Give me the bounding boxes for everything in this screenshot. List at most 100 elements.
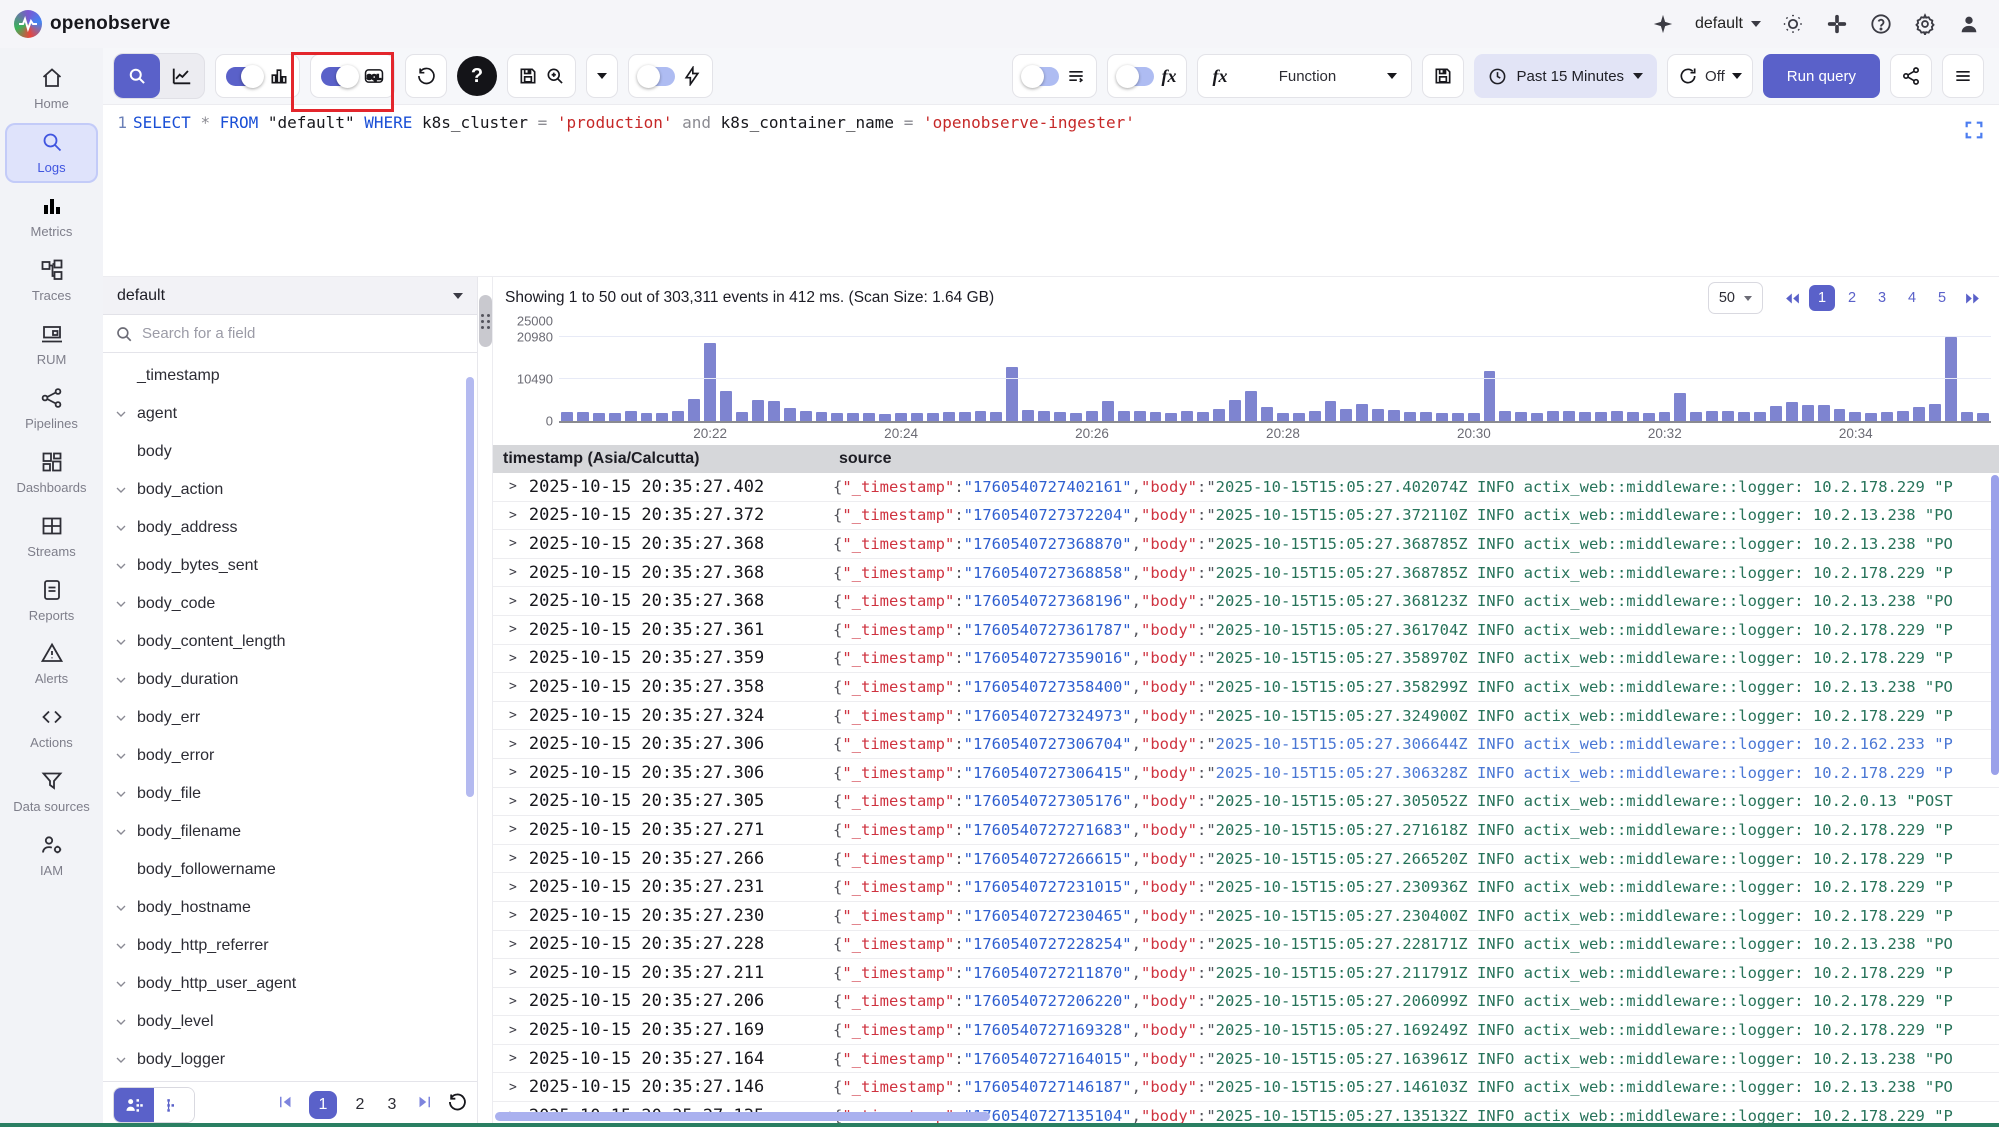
field-item-agent[interactable]: agent [103,395,477,433]
timestamp-column-header[interactable]: timestamp (Asia/Calcutta) [493,450,833,468]
histogram-bar[interactable] [879,414,891,421]
histogram-bar[interactable] [1165,413,1177,421]
sparkle-icon[interactable] [1651,12,1675,36]
sidebar-item-logs[interactable]: Logs [5,123,98,183]
field-item-body_err[interactable]: body_err [103,699,477,737]
field-item-body_filename[interactable]: body_filename [103,813,477,851]
table-row[interactable]: > 2025-10-15 20:35:27.169 {"_timestamp":… [493,1016,1999,1045]
field-item-body_hostname[interactable]: body_hostname [103,889,477,927]
fields-page-3[interactable]: 3 [383,1096,401,1114]
histogram-toggle-button[interactable] [215,54,300,98]
more-saved-dropdown-button[interactable] [586,54,618,98]
histogram-bar[interactable] [1102,401,1114,421]
histogram-bar[interactable] [1786,402,1798,421]
expand-row-icon[interactable]: > [509,536,517,551]
expand-row-icon[interactable]: > [509,851,517,866]
histogram-bar[interactable] [1325,401,1337,421]
quick-mode-toggle[interactable] [639,67,675,86]
histogram-bar[interactable] [1086,411,1098,421]
reset-query-button[interactable] [405,54,447,98]
histogram-bar[interactable] [720,391,732,421]
field-item-body_file[interactable]: body_file [103,775,477,813]
histogram-bar[interactable] [1229,400,1241,421]
histogram-bar[interactable] [1659,412,1671,421]
histogram-bar[interactable] [895,413,907,421]
histogram-bar[interactable] [1897,411,1909,421]
histogram-bar[interactable] [1674,393,1686,421]
table-row[interactable]: > 2025-10-15 20:35:27.324 {"_timestamp":… [493,702,1999,731]
histogram-bar[interactable] [1245,391,1257,421]
fields-page-1[interactable]: 1 [309,1091,337,1119]
table-row[interactable]: > 2025-10-15 20:35:27.361 {"_timestamp":… [493,616,1999,645]
histogram-bar[interactable] [1420,412,1432,421]
histogram-bar[interactable] [1738,412,1750,421]
sql-mode-toggle-button[interactable]: SQL [310,54,395,98]
histogram-bar[interactable] [1293,413,1305,421]
expand-row-icon[interactable]: > [509,1023,517,1038]
histogram-bar[interactable] [1563,411,1575,421]
table-horizontal-scrollbar[interactable] [495,1112,990,1121]
histogram-bar[interactable] [1022,410,1034,421]
expand-row-icon[interactable]: > [509,622,517,637]
org-selector[interactable]: default [1695,15,1761,33]
histogram-bar[interactable] [625,411,637,421]
search-mode-button[interactable] [114,54,160,98]
field-list-scrollbar[interactable] [466,377,474,797]
table-row[interactable]: > 2025-10-15 20:35:27.266 {"_timestamp":… [493,845,1999,874]
expand-row-icon[interactable]: > [509,508,517,523]
histogram-bar[interactable] [1261,407,1273,421]
histogram-bar[interactable] [1499,411,1511,421]
field-item-body_logger[interactable]: body_logger [103,1041,477,1079]
table-row[interactable]: > 2025-10-15 20:35:27.306 {"_timestamp":… [493,759,1999,788]
histogram-bar[interactable] [1515,412,1527,421]
histogram-bar[interactable] [1150,412,1162,421]
results-page-4[interactable]: 4 [1899,285,1925,311]
sidebar-item-actions[interactable]: Actions [5,698,98,758]
wrap-toggle[interactable] [1023,67,1059,86]
table-row[interactable]: > 2025-10-15 20:35:27.368 {"_timestamp":… [493,587,1999,616]
sidebar-item-rum[interactable]: RUM [5,315,98,375]
field-item-body_followername[interactable]: body_followername [103,851,477,889]
results-page-1[interactable]: 1 [1809,285,1835,311]
run-query-button[interactable]: Run query [1763,54,1880,98]
histogram-bar[interactable] [1849,412,1861,421]
table-row[interactable]: > 2025-10-15 20:35:27.402 {"_timestamp":… [493,473,1999,502]
histogram-bar[interactable] [959,412,971,421]
histogram-bar[interactable] [1006,367,1018,421]
expand-row-icon[interactable]: > [509,737,517,752]
table-row[interactable]: > 2025-10-15 20:35:27.164 {"_timestamp":… [493,1045,1999,1074]
expand-row-icon[interactable]: > [509,651,517,666]
expand-row-icon[interactable]: > [509,479,517,494]
first-page-icon[interactable] [277,1093,295,1116]
histogram-bar[interactable] [800,411,812,421]
histogram-bar[interactable] [1070,413,1082,421]
histogram-bar[interactable] [1977,413,1989,421]
histogram-bar[interactable] [1468,413,1480,421]
expand-row-icon[interactable]: > [509,965,517,980]
field-item-body_error[interactable]: body_error [103,737,477,775]
fx-toggle[interactable] [1118,67,1154,86]
field-item-body_content_length[interactable]: body_content_length [103,623,477,661]
field-item-body_code[interactable]: body_code [103,585,477,623]
histogram-bar[interactable] [1356,404,1368,421]
histogram-bar[interactable] [593,413,605,421]
histogram-bar[interactable] [1881,412,1893,421]
panel-splitter[interactable] [478,277,493,1127]
table-row[interactable]: > 2025-10-15 20:35:27.372 {"_timestamp":… [493,502,1999,531]
histogram-bar[interactable] [1722,411,1734,421]
histogram-bar[interactable] [1547,411,1559,421]
user-fields-view-button[interactable] [114,1088,154,1122]
expand-row-icon[interactable]: > [509,1051,517,1066]
sidebar-item-data-sources[interactable]: Data sources [5,762,98,822]
table-row[interactable]: > 2025-10-15 20:35:27.228 {"_timestamp":… [493,931,1999,960]
histogram-bar[interactable] [1929,404,1941,421]
expand-row-icon[interactable]: > [509,794,517,809]
results-page-2[interactable]: 2 [1839,285,1865,311]
results-page-5[interactable]: 5 [1929,285,1955,311]
histogram-bar[interactable] [1802,405,1814,421]
table-vertical-scrollbar[interactable] [1991,475,1999,775]
sidebar-item-alerts[interactable]: Alerts [5,634,98,694]
histogram-bar[interactable] [641,413,653,421]
table-row[interactable]: > 2025-10-15 20:35:27.368 {"_timestamp":… [493,530,1999,559]
expand-row-icon[interactable]: > [509,679,517,694]
